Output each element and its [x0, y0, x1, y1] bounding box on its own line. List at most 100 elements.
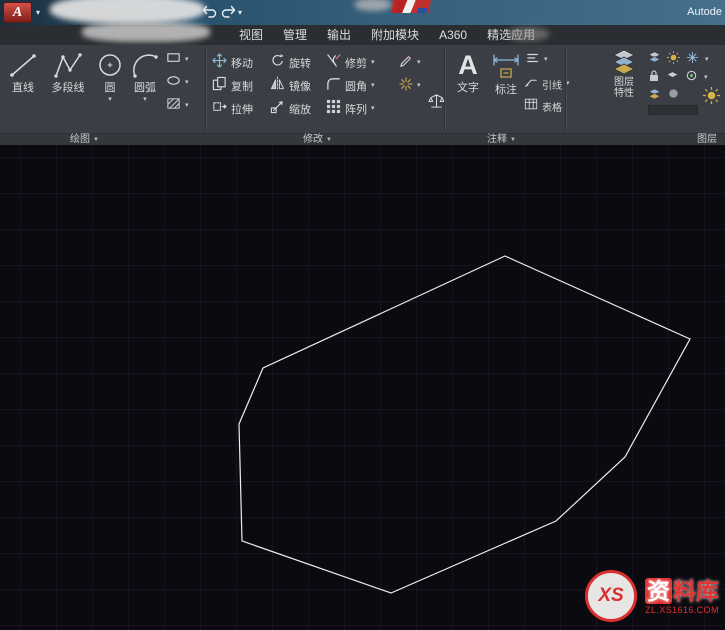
chevron-down-icon[interactable]: ▾	[704, 74, 708, 82]
tool-label: 标注	[495, 84, 517, 96]
tool-label: 移动	[231, 58, 253, 70]
ellipse-tool-button[interactable]: ▾	[166, 74, 189, 92]
tool-label: 圆	[104, 82, 116, 94]
measure-tool-button[interactable]	[428, 94, 445, 113]
table-tool-button[interactable]: 表格	[524, 97, 562, 115]
chevron-down-icon[interactable]: ▾	[371, 59, 375, 67]
layer-lock-icon	[648, 69, 660, 87]
tool-label: 多段线	[51, 82, 85, 94]
quick-access-chevron-down-icon[interactable]: ▾	[238, 8, 242, 17]
undo-icon[interactable]	[201, 5, 217, 24]
text-icon: A	[458, 50, 478, 80]
tool-label: 圆弧	[134, 82, 156, 94]
panel-separator	[565, 47, 567, 131]
layer-walk-row[interactable]	[648, 87, 680, 105]
chevron-down-icon[interactable]: ▾	[185, 56, 189, 64]
layer-fade-button[interactable]	[702, 86, 721, 110]
hatch-icon	[166, 96, 181, 116]
tab-manage[interactable]: 管理	[274, 25, 316, 45]
rotate-tool-button[interactable]: 旋转	[270, 54, 311, 72]
tab-output[interactable]: 输出	[318, 25, 360, 45]
chevron-down-icon[interactable]: ▾	[544, 56, 548, 64]
drawn-polygon[interactable]	[238, 255, 691, 594]
erase-tool-button[interactable]: ▾	[399, 54, 421, 72]
polyline-icon	[53, 48, 83, 82]
fade-sun-icon	[702, 86, 721, 110]
titlebar-account-text: Autode	[687, 6, 722, 18]
copy-tool-button[interactable]: 复制	[212, 76, 253, 96]
tool-label: 修剪	[345, 58, 367, 70]
chevron-down-icon[interactable]: ▾	[143, 96, 147, 104]
panel-separator	[444, 47, 446, 131]
chevron-down-icon[interactable]: ▾	[185, 102, 189, 110]
layer-state-dropdown[interactable]	[648, 105, 698, 115]
text-tool-button[interactable]: A 文字	[450, 48, 486, 95]
mirror-tool-button[interactable]: 镜像	[270, 76, 311, 95]
explode-tool-button[interactable]: ▾	[399, 76, 421, 96]
chevron-down-icon[interactable]: ▾	[108, 96, 112, 104]
autocad-window: A ▾ ▾ Autode 视图 管理 输出 附加模块 A360 精选应用 直线 …	[0, 0, 725, 630]
tool-label: 表格	[542, 102, 562, 114]
trim-tool-button[interactable]: 修剪 ▾	[326, 54, 375, 72]
arc-icon	[130, 48, 160, 82]
tab-view[interactable]: 视图	[230, 25, 272, 45]
layer-freeze-icon	[686, 51, 699, 69]
table-icon	[524, 97, 538, 116]
chevron-down-icon[interactable]: ▾	[417, 82, 421, 90]
rectangle-tool-button[interactable]: ▾	[166, 51, 189, 69]
layer-isolate-icon	[666, 69, 679, 87]
line-icon	[8, 48, 38, 82]
fillet-icon	[326, 76, 341, 96]
layer-state-row[interactable]: ▾	[648, 51, 709, 69]
erase-smudge	[354, 0, 392, 11]
chevron-down-icon[interactable]: ▾	[371, 82, 375, 90]
watermark: XS 资料库 ZL.XS1616.COM	[585, 570, 719, 622]
panel-separator	[205, 47, 207, 131]
dimension-tool-button[interactable]: 标注	[488, 50, 524, 97]
rotate-icon	[270, 53, 285, 73]
fillet-tool-button[interactable]: 圆角 ▾	[326, 77, 375, 95]
ribbon-tab-bar: 视图 管理 输出 附加模块 A360 精选应用	[0, 25, 725, 45]
layer-properties-button[interactable]: 图层 特性	[602, 47, 646, 99]
ribbon-tabs: 视图 管理 输出 附加模块 A360 精选应用	[230, 25, 544, 45]
chevron-down-icon[interactable]: ▾	[417, 59, 421, 67]
copy-icon	[212, 76, 227, 96]
array-tool-button[interactable]: 阵列 ▾	[326, 99, 375, 118]
ellipse-icon	[166, 73, 181, 93]
layer-off-icon	[667, 87, 680, 105]
layer-properties-icon	[610, 47, 638, 77]
hatch-tool-button[interactable]: ▾	[166, 97, 189, 115]
redo-icon[interactable]	[221, 5, 237, 24]
stretch-tool-button[interactable]: 拉伸	[212, 100, 253, 118]
chevron-down-icon[interactable]: ▾	[371, 105, 375, 113]
dimension-icon	[490, 50, 522, 84]
stretch-icon	[212, 99, 227, 119]
move-icon	[212, 53, 227, 73]
move-tool-button[interactable]: 移动	[212, 53, 253, 73]
tab-featured-apps[interactable]: 精选应用	[478, 25, 544, 45]
layer-walk-icon	[648, 87, 661, 105]
circle-tool-button[interactable]: 圆 ▾	[94, 48, 126, 104]
arc-tool-button[interactable]: 圆弧 ▾	[128, 48, 162, 104]
circle-icon	[95, 48, 125, 82]
watermark-url: ZL.XS1616.COM	[645, 604, 719, 615]
explode-icon	[399, 76, 413, 96]
line-tool-button[interactable]: 直线	[4, 48, 42, 95]
logo-chevron-down-icon[interactable]: ▾	[36, 8, 40, 17]
scale-icon	[270, 99, 285, 119]
chevron-down-icon[interactable]: ▾	[185, 79, 189, 87]
polyline-tool-button[interactable]: 多段线	[44, 48, 92, 95]
scale-tool-button[interactable]: 缩放	[270, 100, 311, 118]
tool-label: 缩放	[289, 104, 311, 116]
tab-addins[interactable]: 附加模块	[362, 25, 428, 45]
autocad-logo[interactable]: A	[3, 2, 32, 23]
layer-stack-icon	[648, 51, 661, 69]
leader-tool-button[interactable]: 引线 ▾	[524, 75, 570, 93]
layer-on-sun-icon	[667, 51, 680, 69]
dimension-style-button[interactable]: ▾	[526, 51, 548, 69]
drawing-canvas[interactable]: XS 资料库 ZL.XS1616.COM	[0, 145, 725, 630]
tab-a360[interactable]: A360	[430, 25, 476, 45]
chevron-down-icon[interactable]: ▾	[705, 56, 709, 64]
layer-tools-row[interactable]: ▾	[648, 69, 708, 87]
watermark-logo-text: XS	[598, 585, 624, 606]
